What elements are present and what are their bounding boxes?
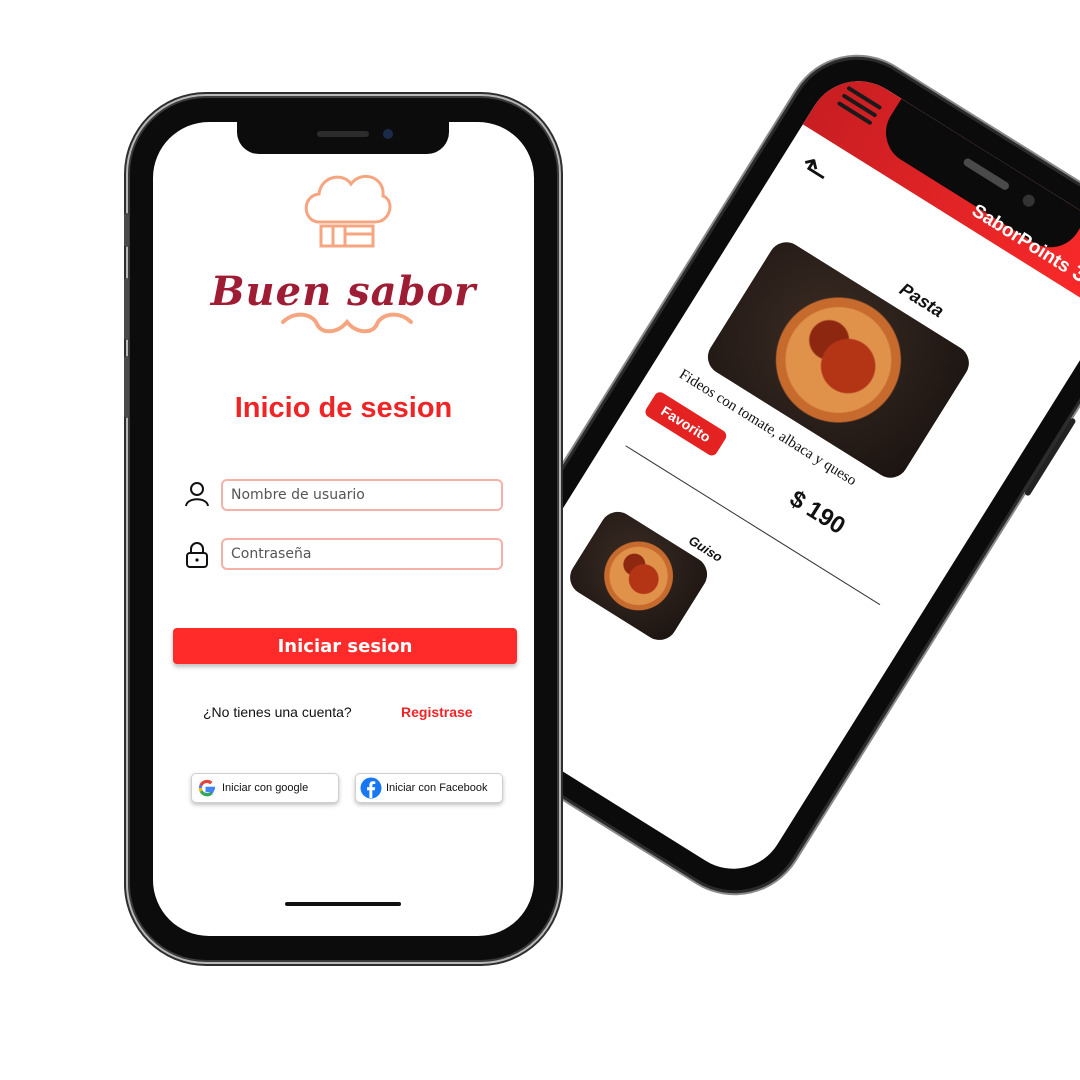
speaker-grille — [962, 156, 1011, 192]
google-login-button[interactable]: Iniciar con google — [191, 773, 339, 803]
front-phone: Buen sabor Inicio de sesion Iniciar sesi… — [124, 98, 557, 960]
username-input[interactable] — [221, 479, 503, 511]
home-indicator — [285, 902, 401, 906]
facebook-login-button[interactable]: Iniciar con Facebook — [355, 773, 503, 803]
login-screen: Buen sabor Inicio de sesion Iniciar sesi… — [153, 122, 534, 936]
user-icon — [185, 482, 209, 507]
page-title: Inicio de sesion — [234, 392, 453, 424]
mute-switch — [124, 213, 129, 247]
guiso-image — [563, 505, 714, 647]
password-input[interactable] — [221, 538, 503, 570]
login-button[interactable]: Iniciar sesion — [173, 628, 517, 664]
camera-icon — [383, 129, 393, 139]
front-phone-notch — [237, 122, 449, 154]
facebook-icon — [360, 777, 382, 799]
card-price: $ 190 — [784, 485, 851, 540]
speaker-grille — [317, 131, 369, 137]
google-icon — [198, 779, 215, 797]
chef-hat-icon — [304, 174, 392, 248]
volume-up-button — [124, 278, 129, 340]
register-link[interactable]: Registrase — [401, 704, 473, 720]
lock-icon — [186, 542, 208, 568]
hamburger-menu-icon[interactable] — [833, 81, 885, 131]
pasta-image — [701, 235, 976, 485]
camera-icon — [1020, 192, 1038, 209]
no-account-text: ¿No tienes una cuenta? — [203, 704, 352, 720]
volume-down-button — [124, 356, 129, 418]
logo-swirl-ornament — [281, 312, 413, 334]
facebook-login-label: Iniciar con Facebook — [386, 782, 488, 794]
back-arrow-icon[interactable]: ⬑ — [791, 147, 836, 196]
google-login-label: Iniciar con google — [222, 782, 309, 794]
